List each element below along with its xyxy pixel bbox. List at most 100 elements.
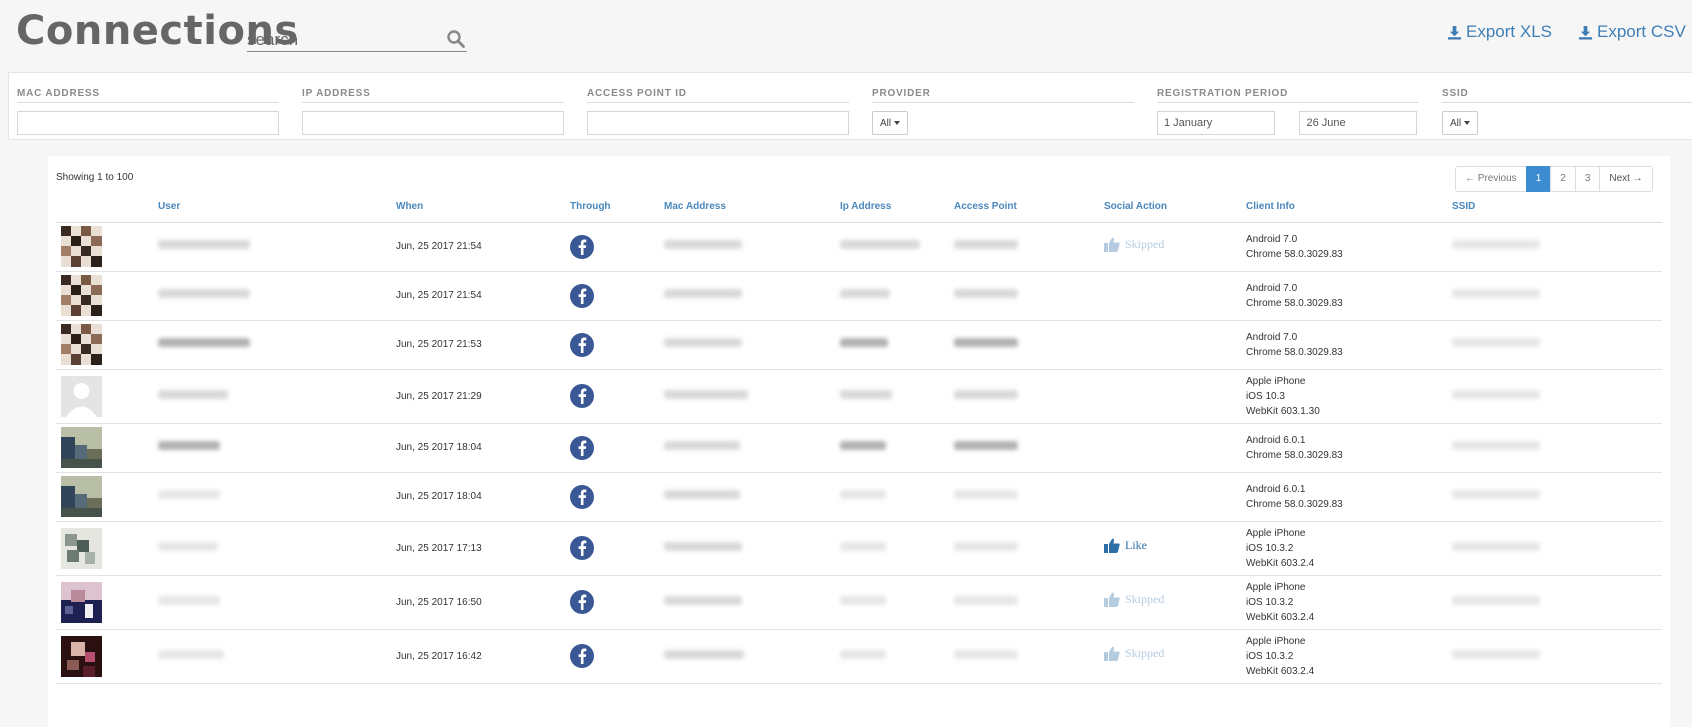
- user-cell[interactable]: [158, 575, 396, 630]
- redacted-user-name[interactable]: [158, 441, 220, 450]
- export-csv-label: Export CSV: [1597, 22, 1686, 41]
- redacted-ssid: [1452, 441, 1540, 450]
- column-header-access-point[interactable]: Access Point: [954, 200, 1104, 223]
- mac-address-cell: [664, 575, 840, 630]
- avatar[interactable]: [61, 476, 102, 517]
- caret-down-icon: [894, 121, 901, 125]
- search-icon[interactable]: [446, 29, 466, 49]
- thumbs-up-icon: [1104, 592, 1120, 607]
- provider-dropdown[interactable]: All: [872, 111, 909, 135]
- avatar[interactable]: [61, 226, 102, 267]
- mac-address-cell: [664, 271, 840, 321]
- column-header-social-action[interactable]: Social Action: [1104, 200, 1246, 223]
- access-point-cell: [954, 423, 1104, 473]
- column-header-user[interactable]: User: [158, 200, 396, 223]
- ip-address-cell: [840, 320, 954, 370]
- user-cell[interactable]: [158, 423, 396, 473]
- table-row[interactable]: Jun, 25 2017 18:04 Android 6.0.1 Chrome 58…: [56, 423, 1662, 473]
- column-header-when[interactable]: When: [396, 200, 570, 223]
- table-row[interactable]: Jun, 25 2017 17:13 Like Apple iPhone iOS 10…: [56, 521, 1662, 576]
- table-row[interactable]: Jun, 25 2017 16:42 Skipped Apple iPhone iOS…: [56, 629, 1662, 684]
- page-button-3[interactable]: 3: [1574, 166, 1601, 192]
- ssid-cell: [1452, 320, 1662, 370]
- user-cell[interactable]: [158, 369, 396, 424]
- table-row[interactable]: Jun, 25 2017 16:50 Skipped Apple iPhone iOS…: [56, 575, 1662, 630]
- avatar[interactable]: [61, 275, 102, 316]
- column-header-ip-address[interactable]: Ip Address: [840, 200, 954, 223]
- redacted-user-name[interactable]: [158, 389, 228, 399]
- facebook-icon: [570, 590, 594, 614]
- redacted-ip-address: [840, 338, 888, 347]
- avatar[interactable]: [61, 427, 102, 468]
- redacted-user-name[interactable]: [158, 490, 220, 499]
- user-cell[interactable]: [158, 271, 396, 321]
- table-row[interactable]: Jun, 25 2017 18:04 Android 6.0.1 Chrome 58…: [56, 472, 1662, 522]
- redacted-access-point: [954, 595, 1018, 605]
- redacted-user-name[interactable]: [158, 338, 250, 347]
- client-info-line: Chrome 58.0.3029.83: [1246, 498, 1343, 510]
- table-row[interactable]: Jun, 25 2017 21:54 Android 7.0 Chrome 58.0…: [56, 271, 1662, 321]
- redacted-user-name[interactable]: [158, 289, 250, 298]
- search-input[interactable]: [247, 27, 437, 51]
- avatar[interactable]: [61, 324, 102, 365]
- page-button-2[interactable]: 2: [1550, 166, 1576, 192]
- client-info-cell: Apple iPhone iOS 10.3.2 WebKit 603.2.4: [1246, 521, 1452, 576]
- previous-page-button[interactable]: ← Previous: [1455, 166, 1527, 192]
- download-icon: [1578, 25, 1593, 40]
- period-to-input[interactable]: [1299, 111, 1418, 135]
- avatar[interactable]: [61, 375, 102, 417]
- export-xls-button[interactable]: Export XLS: [1447, 22, 1552, 42]
- column-header-mac-address[interactable]: Mac Address: [664, 200, 840, 223]
- column-header-client-info[interactable]: Client Info: [1246, 200, 1452, 223]
- column-header-ssid[interactable]: SSID: [1452, 200, 1662, 223]
- client-info-line: WebKit 603.2.4: [1246, 665, 1315, 677]
- period-from-input[interactable]: [1157, 111, 1275, 135]
- table-row[interactable]: Jun, 25 2017 21:29 Apple iPhone iOS 10.3 We…: [56, 369, 1662, 424]
- next-page-button[interactable]: Next →: [1599, 166, 1653, 192]
- redacted-user-name[interactable]: [158, 541, 218, 551]
- avatar[interactable]: [61, 581, 102, 623]
- redacted-user-name[interactable]: [158, 240, 250, 249]
- redacted-ip-address: [840, 289, 890, 298]
- table-row[interactable]: Jun, 25 2017 21:53 Android 7.0 Chrome 58.0…: [56, 320, 1662, 370]
- when-cell: Jun, 25 2017 21:53: [396, 320, 570, 370]
- access-point-cell: [954, 271, 1104, 321]
- ssid-dropdown[interactable]: All: [1442, 111, 1479, 135]
- redacted-access-point: [954, 240, 1018, 249]
- avatar-cell: [56, 472, 158, 522]
- ip-address-input[interactable]: [302, 111, 564, 135]
- redacted-user-name[interactable]: [158, 649, 224, 659]
- page-button-1[interactable]: 1: [1525, 166, 1552, 192]
- mac-address-input[interactable]: [17, 111, 279, 135]
- access-point-cell: [954, 320, 1104, 370]
- facebook-icon: [570, 484, 594, 509]
- avatar-cell: [56, 423, 158, 473]
- ssid-cell: [1452, 369, 1662, 424]
- filter-label: MAC ADDRESS: [17, 88, 279, 103]
- export-csv-button[interactable]: Export CSV: [1578, 22, 1686, 42]
- redacted-user-name[interactable]: [158, 595, 220, 605]
- avatar[interactable]: [61, 527, 102, 569]
- user-cell[interactable]: [158, 472, 396, 522]
- user-cell[interactable]: [158, 222, 396, 272]
- client-info-line: Android 6.0.1: [1246, 483, 1306, 495]
- redacted-ip-address: [840, 240, 920, 249]
- redacted-mac-address: [664, 490, 740, 499]
- download-icon: [1447, 25, 1462, 40]
- redacted-ssid: [1452, 240, 1540, 249]
- search-box[interactable]: [247, 27, 467, 52]
- client-info-line: iOS 10.3.2: [1246, 542, 1294, 554]
- user-cell[interactable]: [158, 521, 396, 576]
- table-header-row: User When Through Mac Address Ip Address…: [56, 200, 1662, 223]
- redacted-ssid: [1452, 541, 1540, 551]
- access-point-id-input[interactable]: [587, 111, 849, 135]
- user-cell[interactable]: [158, 320, 396, 370]
- user-cell[interactable]: [158, 629, 396, 684]
- table-row[interactable]: Jun, 25 2017 21:54 Skipped Android 7.0 Chro…: [56, 222, 1662, 272]
- access-point-cell: [954, 222, 1104, 272]
- column-header-through[interactable]: Through: [570, 200, 664, 223]
- client-info-line: Android 7.0: [1246, 331, 1298, 343]
- avatar[interactable]: [61, 635, 102, 677]
- through-cell: [570, 629, 664, 684]
- social-action-skipped: Skipped: [1104, 592, 1164, 607]
